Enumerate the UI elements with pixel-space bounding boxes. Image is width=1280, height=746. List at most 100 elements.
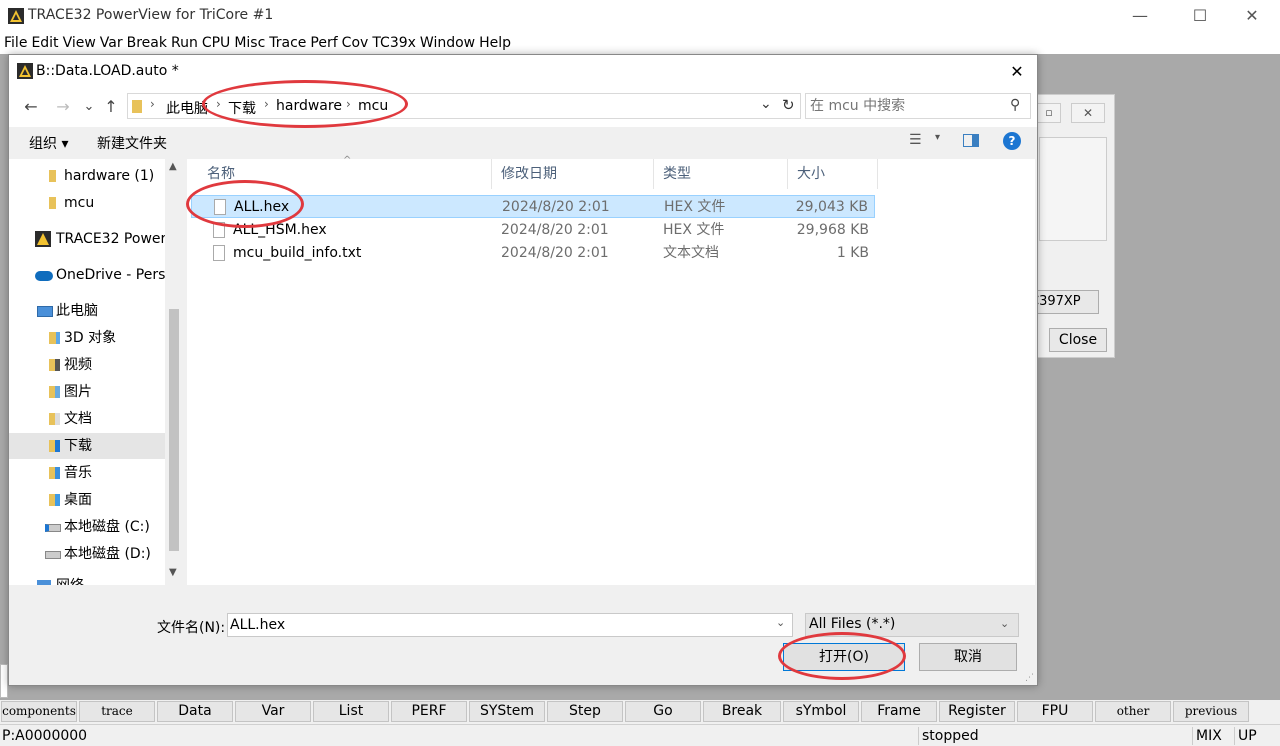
menu-misc[interactable]: Misc xyxy=(234,33,265,53)
cmd-step[interactable]: Step xyxy=(547,701,623,722)
cmd-previous[interactable]: previous xyxy=(1173,701,1249,722)
file-row[interactable]: ALL.hex 2024/8/20 2:01 HEX 文件 29,043 KB xyxy=(191,195,875,218)
refresh-icon[interactable]: ↻ xyxy=(782,96,795,114)
open-button[interactable]: 打开(O) xyxy=(783,643,905,671)
nav-item-desktop[interactable]: 桌面 xyxy=(9,487,165,513)
nav-item-videos[interactable]: 视频 xyxy=(9,352,165,378)
column-size[interactable]: 大小 xyxy=(787,159,877,189)
cmd-trace[interactable]: trace xyxy=(79,701,155,722)
menu-perf[interactable]: Perf xyxy=(310,33,337,53)
back-arrow-icon[interactable]: ← xyxy=(21,96,41,118)
maximize-button[interactable]: ☐ xyxy=(1188,5,1212,27)
nav-item-this-pc[interactable]: 此电脑 xyxy=(9,298,165,324)
breadcrumb-mcu[interactable]: mcu xyxy=(358,98,388,114)
bg-close-x-button[interactable]: ✕ xyxy=(1071,103,1105,123)
preview-pane-icon[interactable] xyxy=(963,134,979,147)
menu-cov[interactable]: Cov xyxy=(342,33,369,53)
cancel-button[interactable]: 取消 xyxy=(919,643,1017,671)
menu-cpu[interactable]: CPU xyxy=(202,33,230,53)
dialog-close-button[interactable]: ✕ xyxy=(1005,61,1029,83)
scroll-down-icon[interactable]: ▼ xyxy=(169,567,177,578)
cmd-frame[interactable]: Frame xyxy=(861,701,937,722)
menu-view[interactable]: View xyxy=(63,33,96,53)
nav-item-drive-c[interactable]: 本地磁盘 (C:) xyxy=(9,514,165,540)
view-dropdown-icon[interactable]: ▾ xyxy=(935,132,940,143)
file-row[interactable]: ALL_HSM.hex 2024/8/20 2:01 HEX 文件 29,968… xyxy=(191,219,875,242)
scroll-thumb[interactable] xyxy=(169,309,179,551)
filename-input[interactable] xyxy=(230,616,770,634)
drive-icon xyxy=(45,551,61,559)
menu-help[interactable]: Help xyxy=(479,33,511,53)
cmd-components[interactable]: components xyxy=(1,701,77,722)
cmd-fpu[interactable]: FPU xyxy=(1017,701,1093,722)
cmd-register[interactable]: Register xyxy=(939,701,1015,722)
menu-bar: File Edit View Var Break Run CPU Misc Trace Perf C… xyxy=(0,33,1280,53)
cmd-break[interactable]: Break xyxy=(703,701,781,722)
menu-window[interactable]: Window xyxy=(420,33,475,53)
folder-icon xyxy=(49,197,56,209)
column-type[interactable]: 类型 xyxy=(653,159,787,189)
menu-edit[interactable]: Edit xyxy=(31,33,58,53)
bg-restore-button[interactable]: ▫ xyxy=(1037,103,1061,123)
organize-button[interactable]: 组织 ▾ xyxy=(29,133,68,153)
chevron-down-icon[interactable]: ⌄ xyxy=(776,616,785,629)
file-date: 2024/8/20 2:01 xyxy=(501,245,609,261)
view-options-icon[interactable]: ☰ xyxy=(909,132,922,148)
help-icon[interactable]: ? xyxy=(1003,132,1021,150)
nav-item-network[interactable]: 网络 xyxy=(9,573,165,585)
cmd-list[interactable]: List xyxy=(313,701,389,722)
address-bar[interactable]: › 此电脑 › 下载 › hardware › mcu ⌄ ↻ xyxy=(127,93,801,119)
menu-trace[interactable]: Trace xyxy=(269,33,306,53)
minimize-button[interactable]: — xyxy=(1128,5,1152,27)
menu-var[interactable]: Var xyxy=(100,33,123,53)
file-icon xyxy=(213,222,225,238)
computer-icon xyxy=(37,306,53,317)
file-size: 29,968 KB xyxy=(796,222,869,238)
bg-close-button[interactable]: Close xyxy=(1049,328,1107,352)
cmd-perf[interactable]: PERF xyxy=(391,701,467,722)
nav-item-music[interactable]: 音乐 xyxy=(9,460,165,486)
forward-arrow-icon[interactable]: → xyxy=(53,96,73,118)
cmd-symbol[interactable]: sYmbol xyxy=(783,701,859,722)
breadcrumb-downloads[interactable]: 下载 xyxy=(228,98,256,118)
search-icon[interactable]: ⚲ xyxy=(1010,97,1020,113)
recent-locations-icon[interactable]: ⌄ xyxy=(79,96,99,118)
command-line[interactable] xyxy=(0,664,8,698)
menu-tc39x[interactable]: TC39x xyxy=(372,33,416,53)
nav-item-3d-objects[interactable]: 3D 对象 xyxy=(9,325,165,351)
nav-item-downloads[interactable]: 下载 xyxy=(9,433,165,459)
nav-scrollbar[interactable]: ▲ ▼ xyxy=(165,159,183,585)
file-type-filter[interactable]: All Files (*.*) ⌄ xyxy=(805,613,1019,637)
file-type: HEX 文件 xyxy=(663,222,725,238)
menu-run[interactable]: Run xyxy=(171,33,198,53)
address-dropdown-icon[interactable]: ⌄ xyxy=(760,96,772,112)
new-folder-button[interactable]: 新建文件夹 xyxy=(97,133,167,153)
menu-file[interactable]: File xyxy=(4,33,27,53)
close-window-button[interactable]: ✕ xyxy=(1240,5,1264,27)
resize-grip-icon[interactable]: ⋰ xyxy=(1025,673,1034,683)
nav-item-trace32[interactable]: TRACE32 PowerView xyxy=(9,226,165,252)
menu-break[interactable]: Break xyxy=(127,33,167,53)
cmd-system[interactable]: SYStem xyxy=(469,701,545,722)
nav-item-pictures[interactable]: 图片 xyxy=(9,379,165,405)
nav-item-drive-d[interactable]: 本地磁盘 (D:) xyxy=(9,541,165,567)
cmd-var[interactable]: Var xyxy=(235,701,311,722)
up-arrow-icon[interactable]: ↑ xyxy=(101,96,121,118)
folder-icon xyxy=(132,100,142,113)
scroll-up-icon[interactable]: ▲ xyxy=(169,161,177,172)
cmd-data[interactable]: Data xyxy=(157,701,233,722)
cmd-go[interactable]: Go xyxy=(625,701,701,722)
breadcrumb-this-pc[interactable]: 此电脑 xyxy=(166,98,208,118)
file-row[interactable]: mcu_build_info.txt 2024/8/20 2:01 文本文档 1… xyxy=(191,242,875,265)
column-date[interactable]: 修改日期 xyxy=(491,159,653,189)
nav-item-onedrive[interactable]: OneDrive - Personal xyxy=(9,262,165,288)
nav-item-mcu[interactable]: mcu xyxy=(9,190,165,216)
nav-item-documents[interactable]: 文档 xyxy=(9,406,165,432)
breadcrumb-hardware[interactable]: hardware xyxy=(276,98,342,114)
nav-item-hardware[interactable]: hardware (1) xyxy=(9,163,165,189)
nav-item-label: 音乐 xyxy=(64,465,92,481)
text-file-icon xyxy=(213,245,225,261)
search-input[interactable] xyxy=(810,97,1000,115)
pictures-icon xyxy=(49,386,60,398)
cmd-other[interactable]: other xyxy=(1095,701,1171,722)
